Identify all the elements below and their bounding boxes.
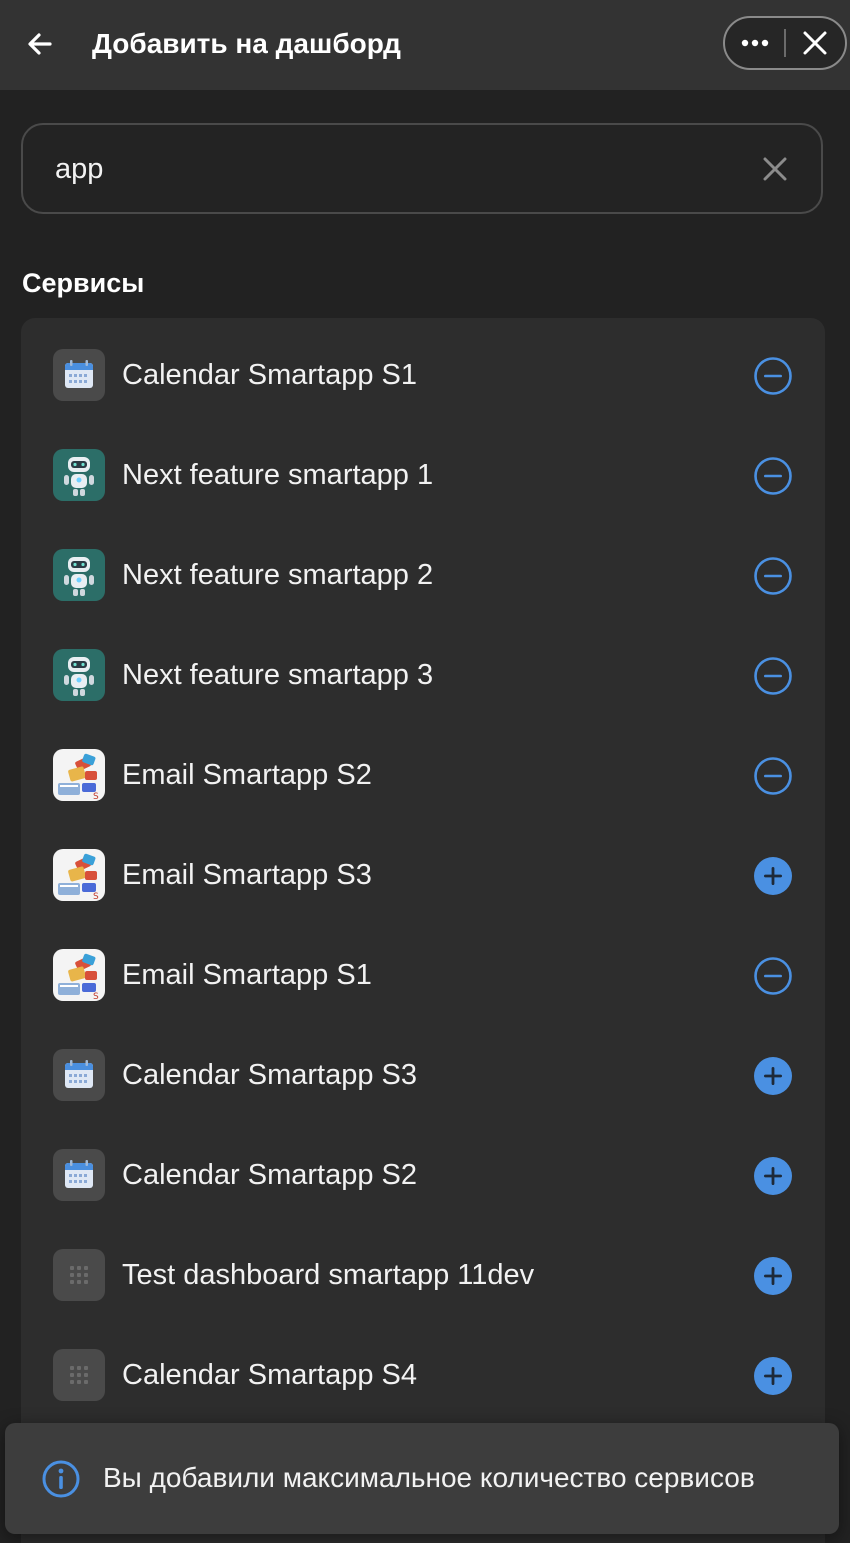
service-name: Calendar Smartapp S3	[122, 1059, 417, 1091]
app-grid-icon	[53, 1249, 105, 1301]
svg-text:S: S	[93, 992, 99, 1001]
remove-circle-icon	[754, 357, 792, 395]
service-name: Email Smartapp S2	[122, 759, 372, 791]
service-item[interactable]: S Email Smartapp S2	[21, 718, 825, 818]
add-service-button[interactable]	[751, 1254, 795, 1298]
remove-service-button[interactable]	[751, 954, 795, 998]
add-service-button[interactable]	[751, 854, 795, 898]
more-button[interactable]	[725, 18, 784, 68]
service-name: Calendar Smartapp S4	[122, 1359, 417, 1391]
service-item[interactable]: Calendar Smartapp S2	[21, 1118, 825, 1218]
section-title: Сервисы	[22, 268, 145, 298]
app-grid-icon	[53, 1349, 105, 1401]
service-item[interactable]: S Email Smartapp S1	[21, 918, 825, 1018]
add-circle-icon	[754, 1057, 792, 1095]
header-bar: Добавить на дашборд	[0, 0, 850, 90]
service-name: Calendar Smartapp S2	[122, 1159, 417, 1191]
back-button[interactable]	[18, 24, 62, 64]
add-circle-icon	[754, 1157, 792, 1195]
clear-search-button[interactable]	[759, 153, 791, 185]
add-service-button[interactable]	[751, 1054, 795, 1098]
email-app-icon: S	[53, 949, 105, 1001]
service-item[interactable]: Next feature smartapp 3	[21, 618, 825, 718]
calendar-icon	[53, 1149, 105, 1201]
service-name: Calendar Smartapp S1	[122, 359, 417, 391]
remove-service-button[interactable]	[751, 554, 795, 598]
add-circle-icon	[754, 857, 792, 895]
service-item[interactable]: Calendar Smartapp S1	[21, 318, 825, 418]
service-name: Email Smartapp S1	[122, 959, 372, 991]
service-name: Test dashboard smartapp 11dev	[122, 1259, 535, 1291]
remove-service-button[interactable]	[751, 754, 795, 798]
window-controls	[723, 16, 847, 70]
add-circle-icon	[754, 1357, 792, 1395]
remove-circle-icon	[754, 957, 792, 995]
add-circle-icon	[754, 1257, 792, 1295]
service-name: Next feature smartapp 2	[122, 559, 434, 591]
calendar-icon	[53, 1049, 105, 1101]
info-icon	[42, 1460, 80, 1498]
svg-text:S: S	[93, 892, 99, 901]
robot-icon	[53, 649, 105, 701]
robot-icon	[53, 449, 105, 501]
more-dots-icon	[741, 39, 768, 47]
svg-text:S: S	[93, 792, 99, 801]
service-item[interactable]: Test dashboard smartapp 11dev	[21, 1218, 825, 1318]
search-field	[21, 123, 823, 214]
service-item[interactable]: S Email Smartapp S3	[21, 818, 825, 918]
search-input[interactable]	[55, 147, 695, 191]
remove-circle-icon	[754, 757, 792, 795]
robot-icon	[53, 549, 105, 601]
service-item[interactable]: Next feature smartapp 2	[21, 518, 825, 618]
service-item[interactable]: Calendar Smartapp S3	[21, 1018, 825, 1118]
service-item[interactable]: Calendar Smartapp S4	[21, 1318, 825, 1418]
page-title: Добавить на дашборд	[92, 28, 401, 59]
service-name: Next feature smartapp 3	[122, 659, 434, 691]
email-app-icon: S	[53, 849, 105, 901]
limit-toast: Вы добавили максимальное количество серв…	[5, 1423, 839, 1534]
remove-circle-icon	[754, 557, 792, 595]
remove-service-button[interactable]	[751, 654, 795, 698]
close-button[interactable]	[786, 18, 845, 68]
email-app-icon: S	[53, 749, 105, 801]
add-service-button[interactable]	[751, 1154, 795, 1198]
close-icon	[803, 31, 827, 55]
remove-service-button[interactable]	[751, 354, 795, 398]
remove-service-button[interactable]	[751, 454, 795, 498]
remove-circle-icon	[754, 457, 792, 495]
service-name: Email Smartapp S3	[122, 859, 372, 891]
services-list: Calendar Smartapp S1 Next feature smartap…	[21, 318, 825, 1543]
remove-circle-icon	[754, 657, 792, 695]
calendar-icon	[53, 349, 105, 401]
service-item[interactable]: Next feature smartapp 1	[21, 418, 825, 518]
arrow-left-icon	[28, 33, 52, 55]
clear-icon	[763, 157, 787, 181]
toast-message: Вы добавили максимальное количество серв…	[103, 1462, 755, 1493]
service-name: Next feature smartapp 1	[122, 459, 434, 491]
add-service-button[interactable]	[751, 1354, 795, 1398]
